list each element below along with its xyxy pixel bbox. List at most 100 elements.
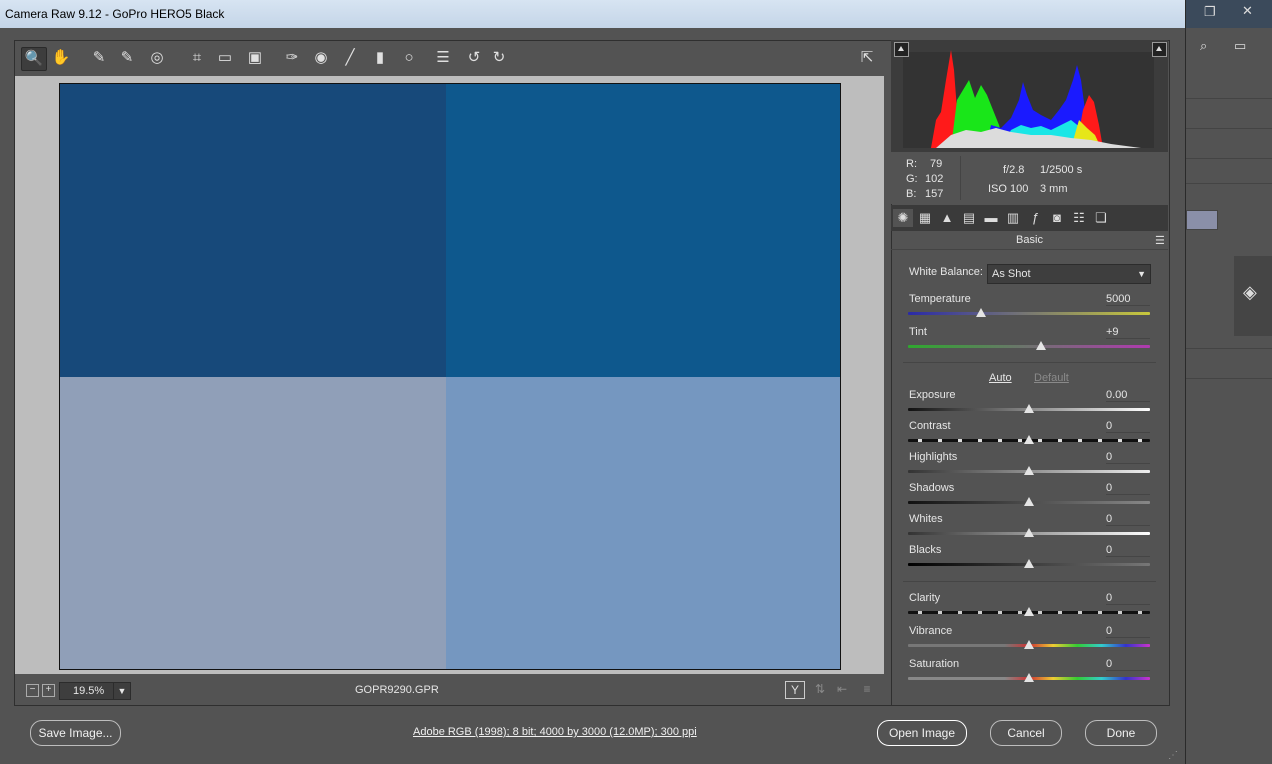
slider-thumb-saturation[interactable] xyxy=(1024,673,1034,682)
slider-track-temperature[interactable] xyxy=(908,312,1150,315)
before-after-toggle-icon[interactable]: Y xyxy=(785,681,805,699)
slider-thumb-clarity[interactable] xyxy=(1024,607,1034,616)
resize-grip-icon[interactable]: ⋰ xyxy=(1168,750,1180,762)
save-image-button[interactable]: Save Image... xyxy=(30,720,121,746)
zoom-level-value: 19.5% xyxy=(73,685,105,697)
basic-tab-icon[interactable]: ✺ xyxy=(893,209,913,227)
histogram xyxy=(891,40,1168,152)
workflow-options-link[interactable]: Adobe RGB (1998); 8 bit; 4000 by 3000 (1… xyxy=(413,726,697,738)
slider-thumb-highlights[interactable] xyxy=(1024,466,1034,475)
color-swatch[interactable] xyxy=(1186,210,1218,230)
toggle-settings-icon[interactable]: ≡ xyxy=(858,681,876,697)
b-value: 157 xyxy=(925,188,944,200)
slider-value-whites[interactable]: 0 xyxy=(1106,513,1150,526)
targeted-adjustment-tool-icon[interactable]: ◎ xyxy=(145,47,169,69)
restore-icon[interactable]: ❐ xyxy=(1204,4,1216,20)
presets-tab-icon[interactable]: ☷ xyxy=(1069,209,1089,227)
slider-value-exposure[interactable]: 0.00 xyxy=(1106,389,1150,402)
panel-menu-icon[interactable]: ☰ xyxy=(1155,234,1165,247)
white-balance-select[interactable]: As Shot ▼ xyxy=(987,264,1151,284)
swap-settings-icon[interactable]: ⇅ xyxy=(811,681,829,697)
tone-curve-tab-icon[interactable]: ▦ xyxy=(915,209,935,227)
slider-value-clarity[interactable]: 0 xyxy=(1106,592,1150,605)
divider xyxy=(903,362,1156,363)
slider-thumb-whites[interactable] xyxy=(1024,528,1034,537)
panel-row xyxy=(1186,163,1272,184)
hsl-tab-icon[interactable]: ▤ xyxy=(959,209,979,227)
slider-thumb-tint[interactable] xyxy=(1036,341,1046,350)
slider-value-blacks[interactable]: 0 xyxy=(1106,544,1150,557)
aperture: f/2.8 xyxy=(1003,164,1025,176)
panel-row xyxy=(1186,328,1272,349)
adjustment-brush-icon[interactable]: ╱ xyxy=(338,47,362,69)
layers-icon[interactable]: ◈ xyxy=(1243,282,1257,303)
slider-label-blacks: Blacks xyxy=(909,544,942,556)
window-title: Camera Raw 9.12 - GoPro HERO5 Black xyxy=(5,7,225,21)
default-link[interactable]: Default xyxy=(1034,372,1069,384)
image-quadrant-top-left xyxy=(60,84,446,377)
chevron-down-icon: ▼ xyxy=(1137,269,1146,279)
camera-calibration-tab-icon[interactable]: ◙ xyxy=(1047,209,1067,227)
chevron-down-icon: ▼ xyxy=(113,683,130,699)
g-label: G: xyxy=(906,173,918,185)
radial-filter-icon[interactable]: ○ xyxy=(397,47,421,69)
open-image-button[interactable]: Open Image xyxy=(877,720,967,746)
slider-value-contrast[interactable]: 0 xyxy=(1106,420,1150,433)
slider-thumb-shadows[interactable] xyxy=(1024,497,1034,506)
search-icon[interactable]: ⌕ xyxy=(1200,38,1207,54)
zoom-level-select[interactable]: 19.5% ▼ xyxy=(59,682,131,700)
slider-value-saturation[interactable]: 0 xyxy=(1106,658,1150,671)
white-balance-tool-icon[interactable]: ✎ xyxy=(87,47,111,69)
straighten-tool-icon[interactable]: ▭ xyxy=(213,47,237,69)
slider-value-tint[interactable]: +9 xyxy=(1106,326,1150,339)
slider-label-vibrance: Vibrance xyxy=(909,625,953,637)
zoom-in-button[interactable]: + xyxy=(42,684,55,697)
panel-row xyxy=(1186,108,1272,129)
slider-value-shadows[interactable]: 0 xyxy=(1106,482,1150,495)
preview-image[interactable] xyxy=(59,83,841,670)
slider-label-exposure: Exposure xyxy=(909,389,956,401)
slider-thumb-blacks[interactable] xyxy=(1024,559,1034,568)
slider-value-vibrance[interactable]: 0 xyxy=(1106,625,1150,638)
slider-track-tint[interactable] xyxy=(908,345,1150,348)
zoom-out-button[interactable]: − xyxy=(26,684,39,697)
fullscreen-toggle-icon[interactable]: ⇱ xyxy=(855,47,879,69)
panel-title: Basic xyxy=(891,231,1168,250)
red-eye-tool-icon[interactable]: ◉ xyxy=(309,47,333,69)
zoom-tool-icon[interactable]: 🔍 xyxy=(21,47,47,71)
lens-corrections-tab-icon[interactable]: ▥ xyxy=(1003,209,1023,227)
color-sampler-tool-icon[interactable]: ✎ xyxy=(115,47,139,69)
effects-tab-icon[interactable]: ƒ xyxy=(1025,209,1045,227)
split-toning-tab-icon[interactable]: ▬ xyxy=(981,209,1001,227)
cancel-button[interactable]: Cancel xyxy=(990,720,1062,746)
hand-tool-icon[interactable]: ✋ xyxy=(49,47,73,69)
slider-thumb-contrast[interactable] xyxy=(1024,435,1034,444)
graduated-filter-icon[interactable]: ▮ xyxy=(368,47,392,69)
iso: ISO 100 xyxy=(988,183,1029,195)
crop-tool-icon[interactable]: ⌗ xyxy=(185,47,209,69)
slider-value-highlights[interactable]: 0 xyxy=(1106,451,1150,464)
white-balance-label: White Balance: xyxy=(909,266,983,278)
auto-link[interactable]: Auto xyxy=(989,372,1012,384)
workspace-icon[interactable]: ▭ xyxy=(1234,38,1246,54)
highlight-clipping-warning-icon[interactable] xyxy=(1152,42,1167,57)
image-quadrant-top-right xyxy=(446,84,840,377)
rotate-left-icon[interactable]: ↺ xyxy=(462,47,486,69)
slider-thumb-vibrance[interactable] xyxy=(1024,640,1034,649)
slider-label-shadows: Shadows xyxy=(909,482,955,494)
slider-thumb-exposure[interactable] xyxy=(1024,404,1034,413)
r-label: R: xyxy=(906,158,917,170)
slider-thumb-temperature[interactable] xyxy=(976,308,986,317)
slider-label-contrast: Contrast xyxy=(909,420,951,432)
shadow-clipping-warning-icon[interactable] xyxy=(894,42,909,57)
spot-removal-tool-icon[interactable]: ✑ xyxy=(280,47,304,69)
preferences-icon[interactable]: ☰ xyxy=(431,47,455,69)
detail-tab-icon[interactable]: ▲ xyxy=(937,209,957,227)
rotate-right-icon[interactable]: ↻ xyxy=(487,47,511,69)
slider-value-temperature[interactable]: 5000 xyxy=(1106,293,1150,306)
transform-tool-icon[interactable]: ▣ xyxy=(243,47,267,69)
done-button[interactable]: Done xyxy=(1085,720,1157,746)
snapshots-tab-icon[interactable]: ❏ xyxy=(1091,209,1111,227)
copy-settings-icon[interactable]: ⇤ xyxy=(833,681,851,697)
close-icon[interactable]: ✕ xyxy=(1242,3,1253,19)
